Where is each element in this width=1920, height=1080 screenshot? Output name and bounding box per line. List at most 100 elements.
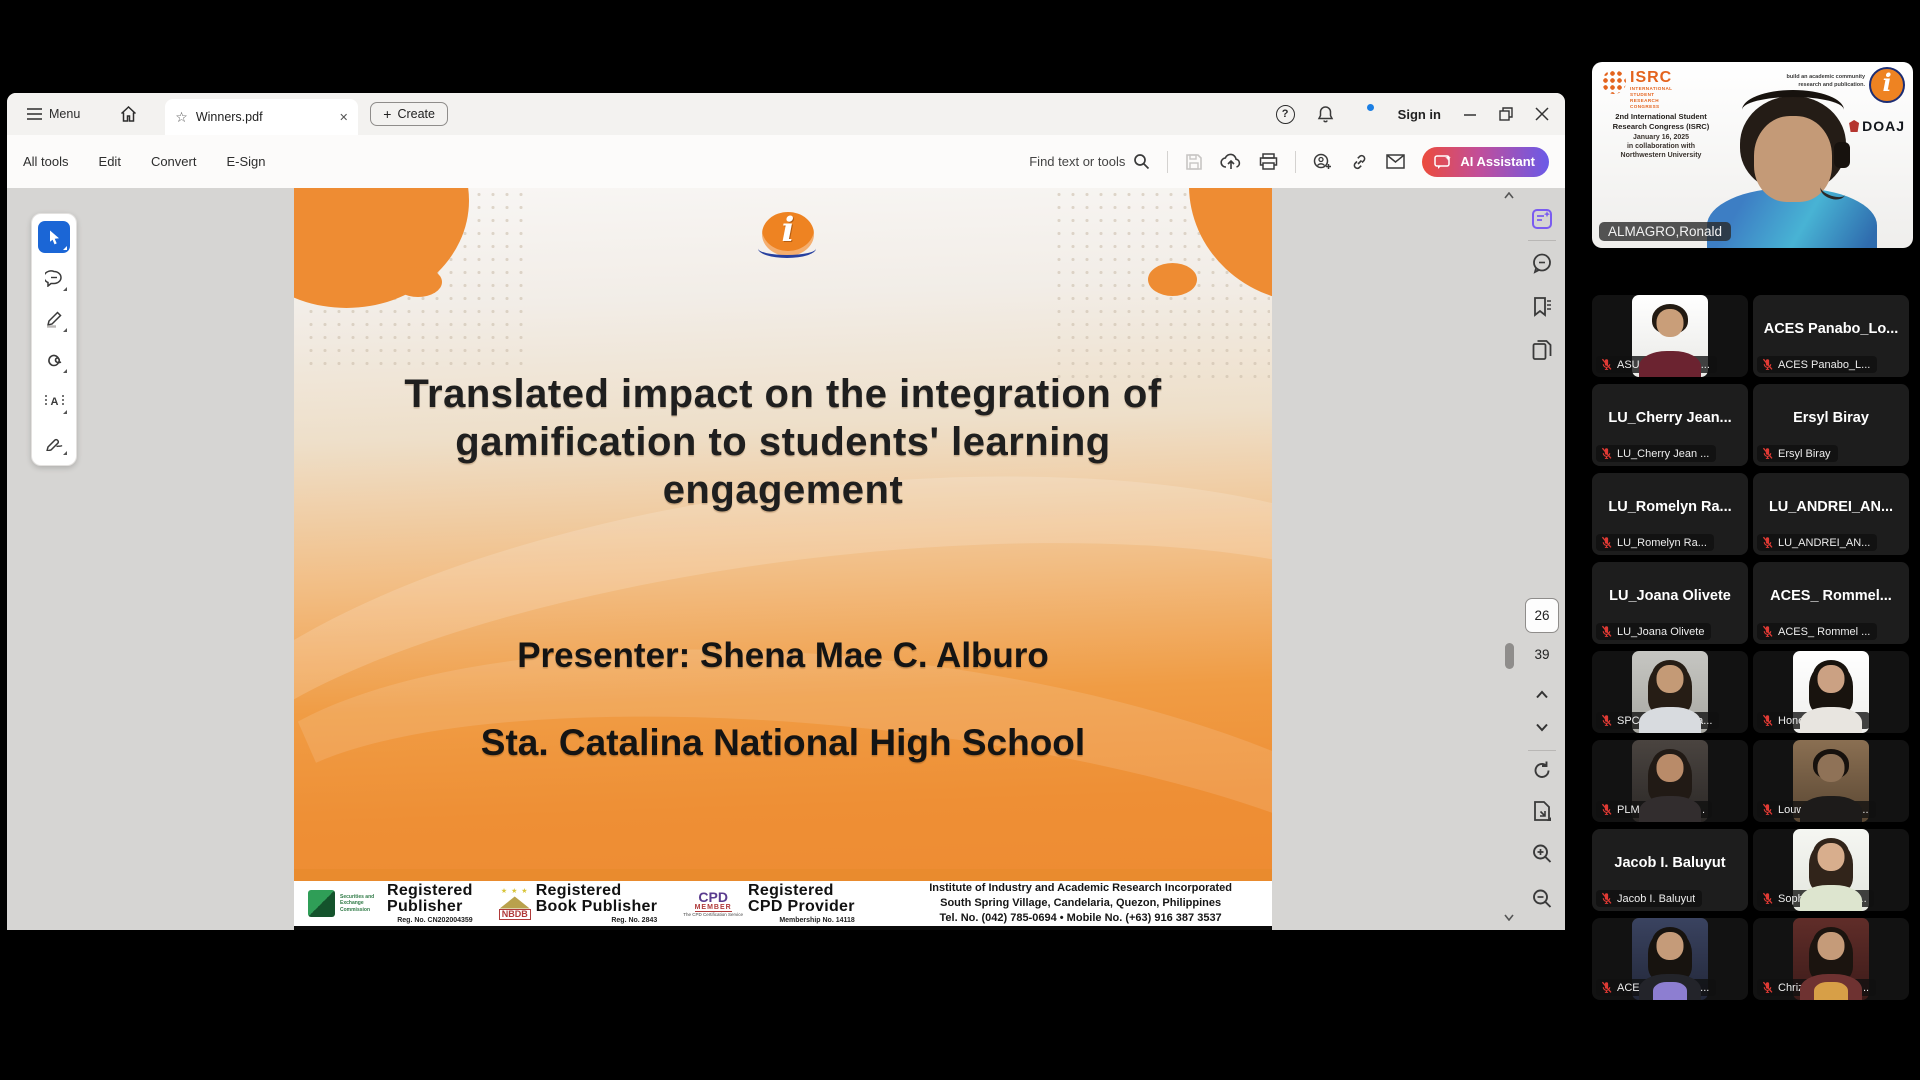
tab-title: Winners.pdf: [196, 110, 331, 124]
add-text-tool-button[interactable]: A: [38, 385, 70, 417]
participant-tile[interactable]: ACES Panabo_Lo... ACES Panabo_L...: [1753, 295, 1909, 377]
participant-tile[interactable]: Jacob I. Baluyut Jacob I. Baluyut: [1592, 829, 1748, 911]
create-button[interactable]: + Create: [370, 102, 448, 126]
star-icon[interactable]: ☆: [175, 110, 188, 124]
participant-tile[interactable]: LU_Cherry Jean... LU_Cherry Jean ...: [1592, 384, 1748, 466]
zoom-out-icon[interactable]: [1532, 888, 1553, 909]
footer-orange-strip: [294, 869, 1272, 881]
participant-name: LU_Cherry Jean...: [1592, 410, 1748, 426]
close-button[interactable]: [1535, 107, 1549, 121]
participant-tile[interactable]: LU_ANDREI_AN... LU_ANDREI_AN...: [1753, 473, 1909, 555]
scroll-down-arrow[interactable]: [1504, 914, 1516, 921]
page-bottom-shadow: [294, 926, 1272, 930]
highlighter-icon: [45, 310, 63, 328]
scrollbar-thumb[interactable]: [1505, 643, 1514, 669]
participant-label: LU_Romelyn Ra...: [1617, 537, 1707, 549]
next-page-button[interactable]: [1536, 723, 1549, 732]
iiari-logo: i: [756, 210, 820, 260]
home-button[interactable]: [114, 105, 143, 123]
plus-icon: +: [383, 107, 391, 121]
all-tools-menu[interactable]: All tools: [23, 154, 69, 169]
add-text-icon: A: [45, 393, 64, 409]
participant-tile[interactable]: ACES Panabo-Q...: [1592, 918, 1748, 1000]
search-icon: [1133, 153, 1150, 170]
scroll-up-arrow[interactable]: [1504, 192, 1516, 199]
muted-mic-icon: [1600, 981, 1613, 994]
participant-tile[interactable]: HoneyMist Salv...: [1753, 651, 1909, 733]
comment-tool-button[interactable]: [38, 262, 70, 294]
select-tool-button[interactable]: [38, 221, 70, 253]
tab-close-icon[interactable]: ✕: [339, 111, 348, 124]
fit-page-icon[interactable]: [1532, 800, 1552, 822]
help-icon[interactable]: ?: [1276, 105, 1295, 124]
participant-name: Ersyl Biray: [1753, 410, 1909, 426]
ai-assistant-panel-icon[interactable]: [1531, 208, 1553, 230]
active-speaker-tile[interactable]: ISRC INTERNATIONAL STUDENT RESEARCH CONG…: [1592, 62, 1913, 248]
document-scrollbar[interactable]: [1504, 188, 1516, 930]
institute-address: Institute of Industry and Academic Resea…: [929, 881, 1232, 926]
esign-menu[interactable]: E-Sign: [226, 154, 265, 169]
total-pages-label: 39: [1534, 647, 1549, 662]
apps-grid-icon[interactable]: [1356, 106, 1372, 122]
previous-page-button[interactable]: [1536, 690, 1549, 699]
pdf-page[interactable]: i Translated impact on the integration o…: [294, 188, 1272, 930]
participant-tile[interactable]: LU_Joana Olivete LU_Joana Olivete: [1592, 562, 1748, 644]
right-rail: 26 39: [1519, 188, 1565, 930]
participant-tile[interactable]: Sophia Marie Ja...: [1753, 829, 1909, 911]
participant-label: LU_Joana Olivete: [1617, 626, 1704, 638]
highlight-tool-button[interactable]: [38, 303, 70, 335]
sign-in-button[interactable]: Sign in: [1398, 107, 1441, 122]
find-text-input[interactable]: Find text or tools: [1029, 153, 1150, 170]
participant-tile[interactable]: LU_Romelyn Ra... LU_Romelyn Ra...: [1592, 473, 1748, 555]
ai-chat-icon: [1434, 154, 1452, 170]
draw-tool-button[interactable]: [38, 344, 70, 376]
acrobat-titlebar: Menu ☆ Winners.pdf ✕ + Create ?: [7, 93, 1565, 135]
participant-tile[interactable]: ASU-CAS Emma...: [1592, 295, 1748, 377]
notifications-bell-icon[interactable]: [1317, 105, 1334, 123]
add-user-icon[interactable]: [1313, 153, 1333, 171]
nbdb-logo: ★ ★ ★ NBDB: [499, 888, 531, 920]
bookmarks-panel-icon[interactable]: [1532, 296, 1552, 318]
convert-menu[interactable]: Convert: [151, 154, 197, 169]
edit-menu[interactable]: Edit: [99, 154, 121, 169]
menu-label: Menu: [49, 107, 80, 121]
cpd-logo: CPD MEMBER The CPD Certification Service: [683, 890, 743, 918]
participant-name: LU_Joana Olivete: [1592, 588, 1748, 604]
participant-tile[interactable]: SPC_Lumangaya...: [1592, 651, 1748, 733]
zoom-in-icon[interactable]: [1532, 843, 1553, 864]
participant-photo: [1793, 918, 1869, 1000]
slide-title: Translated impact on the integration of …: [294, 370, 1272, 514]
document-tab[interactable]: ☆ Winners.pdf ✕: [165, 99, 358, 135]
isrc-bulb-icon: [1602, 70, 1626, 94]
slide-presenter: Presenter: Shena Mae C. Alburo: [294, 636, 1272, 676]
menu-button[interactable]: Menu: [21, 106, 86, 122]
page-thumbnails-icon[interactable]: [1532, 339, 1553, 361]
muted-mic-icon: [1761, 803, 1774, 816]
participant-tile[interactable]: Chrizza Kaye So...: [1753, 918, 1909, 1000]
link-icon[interactable]: [1350, 153, 1369, 171]
upload-cloud-icon[interactable]: [1220, 153, 1242, 171]
current-page-input[interactable]: 26: [1525, 598, 1559, 633]
save-icon[interactable]: [1185, 153, 1203, 171]
participant-name: ACES_ Rommel...: [1753, 588, 1909, 604]
muted-mic-icon: [1600, 358, 1613, 371]
fill-sign-tool-button[interactable]: [38, 426, 70, 458]
muted-mic-icon: [1600, 447, 1613, 460]
restore-button[interactable]: [1499, 107, 1513, 121]
participant-tile[interactable]: Louweesiana Bu...: [1753, 740, 1909, 822]
participant-name: LU_Romelyn Ra...: [1592, 499, 1748, 515]
toolbar-divider: [1295, 151, 1296, 173]
participant-tile[interactable]: Ersyl Biray Ersyl Biray: [1753, 384, 1909, 466]
ai-assistant-button[interactable]: AI Assistant: [1422, 147, 1549, 177]
minimize-button[interactable]: [1463, 107, 1477, 121]
print-icon[interactable]: [1259, 153, 1278, 171]
participant-label: ACES Panabo_L...: [1778, 359, 1870, 371]
document-area: A i Translated impact o: [7, 188, 1565, 930]
email-icon[interactable]: [1386, 154, 1405, 169]
decor-ellipse: [1148, 263, 1197, 296]
rotate-page-icon[interactable]: [1532, 760, 1553, 781]
comment-icon: [45, 270, 63, 287]
comments-panel-icon[interactable]: [1531, 252, 1553, 274]
participant-tile[interactable]: PLM_Sean Mari...: [1592, 740, 1748, 822]
participant-tile[interactable]: ACES_ Rommel... ACES_ Rommel ...: [1753, 562, 1909, 644]
